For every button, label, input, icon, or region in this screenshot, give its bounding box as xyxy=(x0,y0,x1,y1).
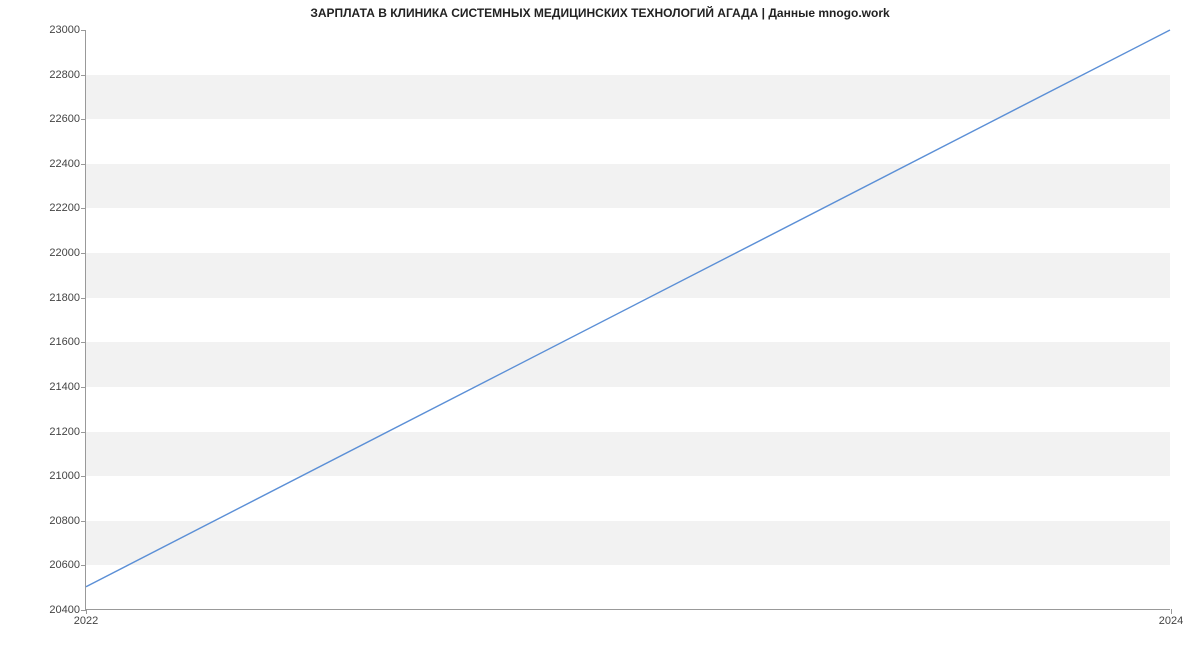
y-tick-mark xyxy=(81,565,86,566)
y-tick-mark xyxy=(81,476,86,477)
y-tick-label: 22800 xyxy=(49,69,80,81)
y-tick-mark xyxy=(81,342,86,343)
line-series xyxy=(86,30,1170,609)
y-tick-label: 23000 xyxy=(49,24,80,36)
y-tick-mark xyxy=(81,387,86,388)
y-tick-mark xyxy=(81,164,86,165)
y-tick-mark xyxy=(81,298,86,299)
y-tick-label: 21000 xyxy=(49,470,80,482)
y-tick-mark xyxy=(81,119,86,120)
x-tick-mark xyxy=(86,609,87,614)
y-tick-mark xyxy=(81,30,86,31)
y-tick-label: 22200 xyxy=(49,202,80,214)
y-tick-label: 21800 xyxy=(49,292,80,304)
x-tick-label: 2022 xyxy=(74,615,98,627)
x-tick-mark xyxy=(1171,609,1172,614)
x-tick-label: 2024 xyxy=(1159,615,1183,627)
y-tick-mark xyxy=(81,253,86,254)
y-tick-label: 22000 xyxy=(49,247,80,259)
y-tick-label: 21400 xyxy=(49,381,80,393)
plot-area: 2040020600208002100021200214002160021800… xyxy=(85,30,1170,610)
y-tick-mark xyxy=(81,521,86,522)
y-tick-label: 20600 xyxy=(49,559,80,571)
chart-title: ЗАРПЛАТА В КЛИНИКА СИСТЕМНЫХ МЕДИЦИНСКИХ… xyxy=(0,6,1200,20)
chart-container: ЗАРПЛАТА В КЛИНИКА СИСТЕМНЫХ МЕДИЦИНСКИХ… xyxy=(0,0,1200,650)
y-tick-label: 22400 xyxy=(49,158,80,170)
y-tick-mark xyxy=(81,75,86,76)
y-tick-mark xyxy=(81,208,86,209)
y-tick-label: 21200 xyxy=(49,426,80,438)
y-tick-mark xyxy=(81,432,86,433)
y-tick-label: 21600 xyxy=(49,336,80,348)
y-tick-label: 20800 xyxy=(49,515,80,527)
data-line xyxy=(86,30,1170,587)
y-tick-label: 22600 xyxy=(49,113,80,125)
